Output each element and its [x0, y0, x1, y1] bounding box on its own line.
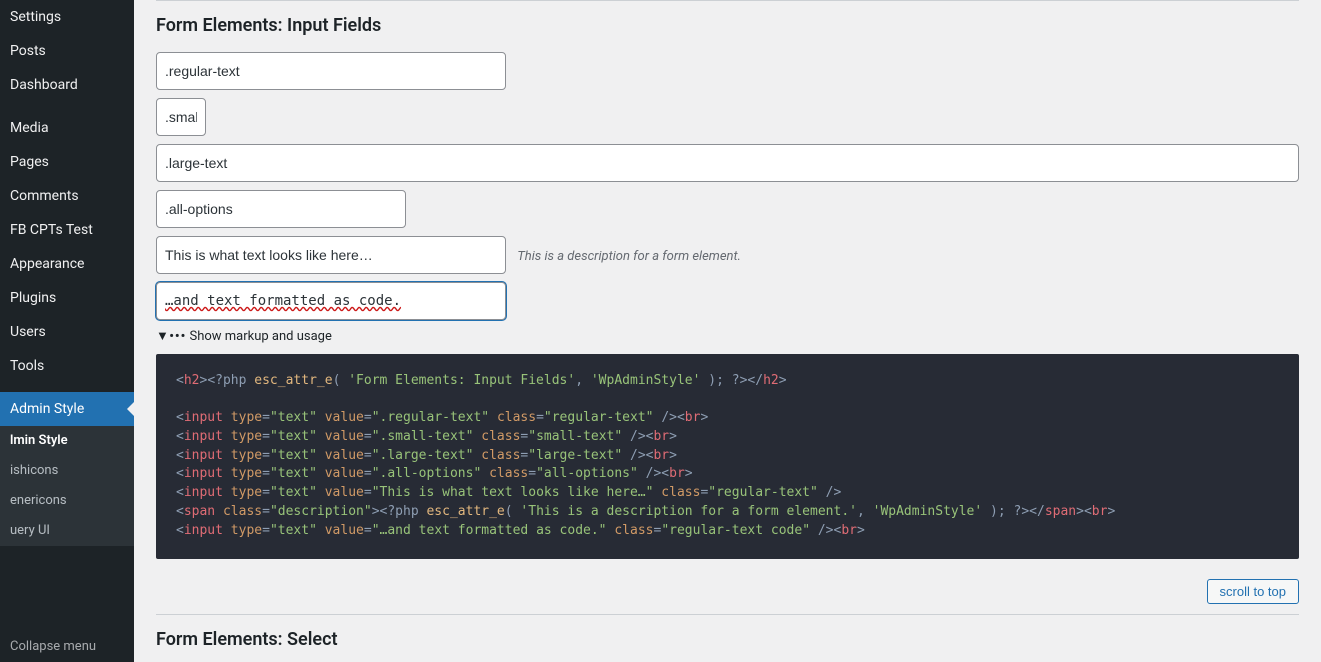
menu-media[interactable]: Media: [0, 111, 134, 145]
menu-posts[interactable]: Posts: [0, 34, 134, 68]
submenu-admin-style[interactable]: lmin Style: [0, 426, 134, 456]
input-large-text[interactable]: [156, 144, 1299, 182]
menu-separator: [0, 104, 134, 109]
submenu: lmin Style ishicons enericons uery UI: [0, 426, 134, 546]
menu-tools[interactable]: Tools: [0, 349, 134, 383]
menu-appearance[interactable]: Appearance: [0, 247, 134, 281]
divider: [156, 614, 1299, 615]
code-block-inputs: <h2><?php esc_attr_e( 'Form Elements: In…: [156, 354, 1299, 559]
menu-separator: [0, 385, 134, 390]
admin-sidebar: Settings Posts Dashboard Media Pages Com…: [0, 0, 134, 662]
scroll-to-top-button[interactable]: scroll to top: [1207, 579, 1299, 604]
chevron-down-icon: ▼: [156, 328, 166, 344]
menu-plugins[interactable]: Plugins: [0, 281, 134, 315]
menu-comments[interactable]: Comments: [0, 179, 134, 213]
input-all-options[interactable]: [156, 190, 406, 228]
dots-icon: •••: [169, 329, 186, 344]
input-small-text[interactable]: [156, 98, 206, 136]
menu-fb-cpts[interactable]: FB CPTs Test: [0, 213, 134, 247]
toggle-show-markup-inputs[interactable]: ▼ ••• Show markup and usage: [156, 328, 1299, 344]
main-content: Form Elements: Input Fields This is a de…: [134, 0, 1321, 662]
submenu-dashicons[interactable]: ishicons: [0, 456, 134, 486]
section-title-select: Form Elements: Select: [156, 629, 1299, 650]
form-description: This is a description for a form element…: [517, 249, 741, 264]
input-description-example[interactable]: [156, 236, 506, 274]
submenu-jquery-ui[interactable]: uery UI: [0, 516, 134, 546]
submenu-genericons[interactable]: enericons: [0, 486, 134, 516]
collapse-menu[interactable]: Collapse menu: [0, 631, 134, 662]
input-regular-text[interactable]: [156, 52, 506, 90]
input-code-text[interactable]: [156, 282, 506, 320]
menu-settings[interactable]: Settings: [0, 0, 134, 34]
menu-admin-style[interactable]: Admin Style: [0, 392, 134, 426]
menu-pages[interactable]: Pages: [0, 145, 134, 179]
menu-dashboard[interactable]: Dashboard: [0, 68, 134, 102]
section-title-input-fields: Form Elements: Input Fields: [156, 15, 1299, 36]
divider: [156, 0, 1299, 1]
menu-users[interactable]: Users: [0, 315, 134, 349]
